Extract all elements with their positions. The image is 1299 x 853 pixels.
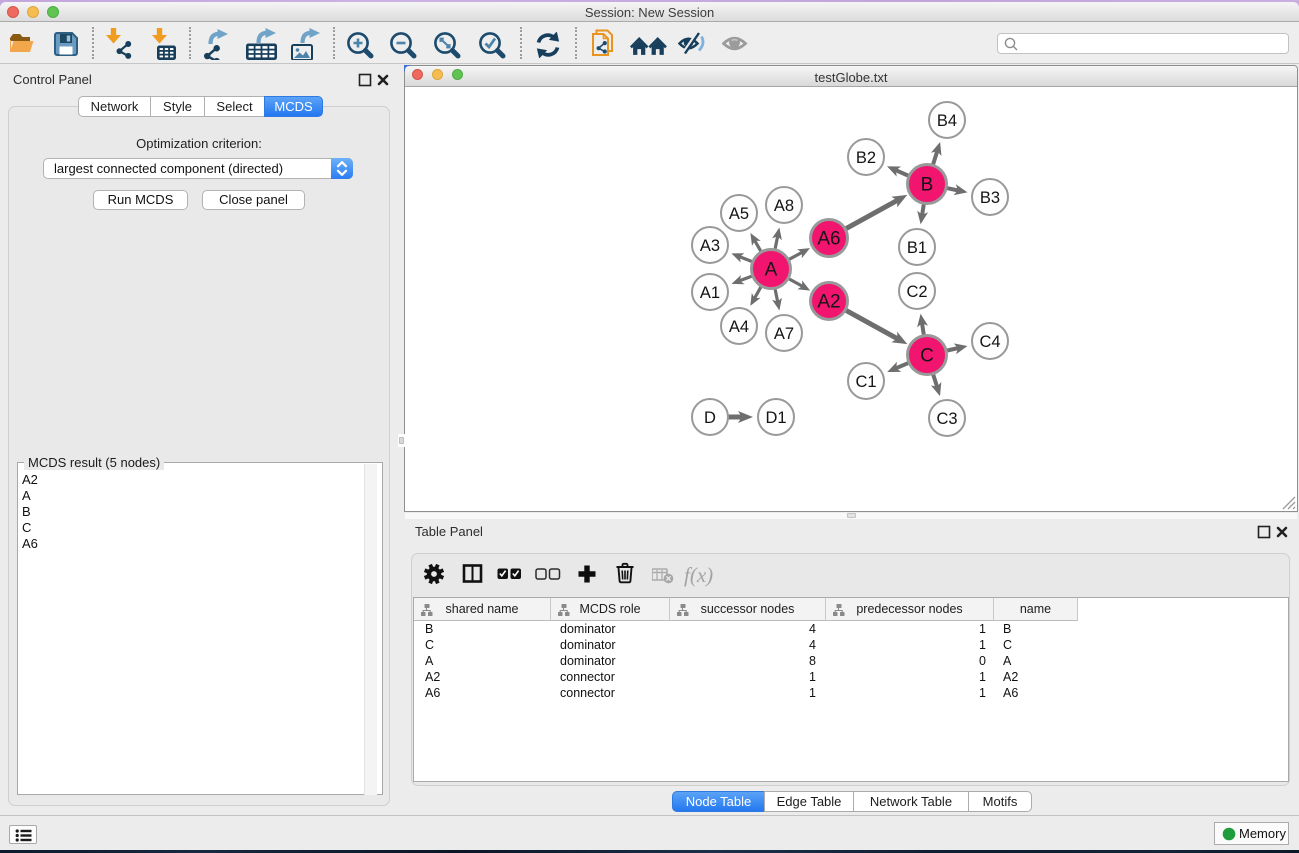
svg-text:A4: A4 xyxy=(729,318,749,336)
svg-text:A6: A6 xyxy=(817,229,840,250)
svg-text:A3: A3 xyxy=(700,237,720,255)
svg-text:A5: A5 xyxy=(729,205,749,223)
svg-text:A: A xyxy=(765,260,778,281)
svg-text:C1: C1 xyxy=(855,373,876,391)
svg-text:B4: B4 xyxy=(937,112,957,130)
svg-text:C3: C3 xyxy=(936,410,957,428)
svg-text:B3: B3 xyxy=(980,189,1000,207)
svg-text:B2: B2 xyxy=(856,149,876,167)
svg-text:A8: A8 xyxy=(774,197,794,215)
svg-text:D: D xyxy=(704,409,716,427)
svg-text:D1: D1 xyxy=(765,409,786,427)
svg-text:C: C xyxy=(920,346,934,367)
svg-text:B: B xyxy=(921,175,934,196)
svg-text:C2: C2 xyxy=(906,283,927,301)
svg-text:A2: A2 xyxy=(817,292,840,313)
svg-text:A7: A7 xyxy=(774,325,794,343)
svg-text:C4: C4 xyxy=(979,333,1000,351)
svg-text:A1: A1 xyxy=(700,284,720,302)
svg-text:B1: B1 xyxy=(907,239,927,257)
